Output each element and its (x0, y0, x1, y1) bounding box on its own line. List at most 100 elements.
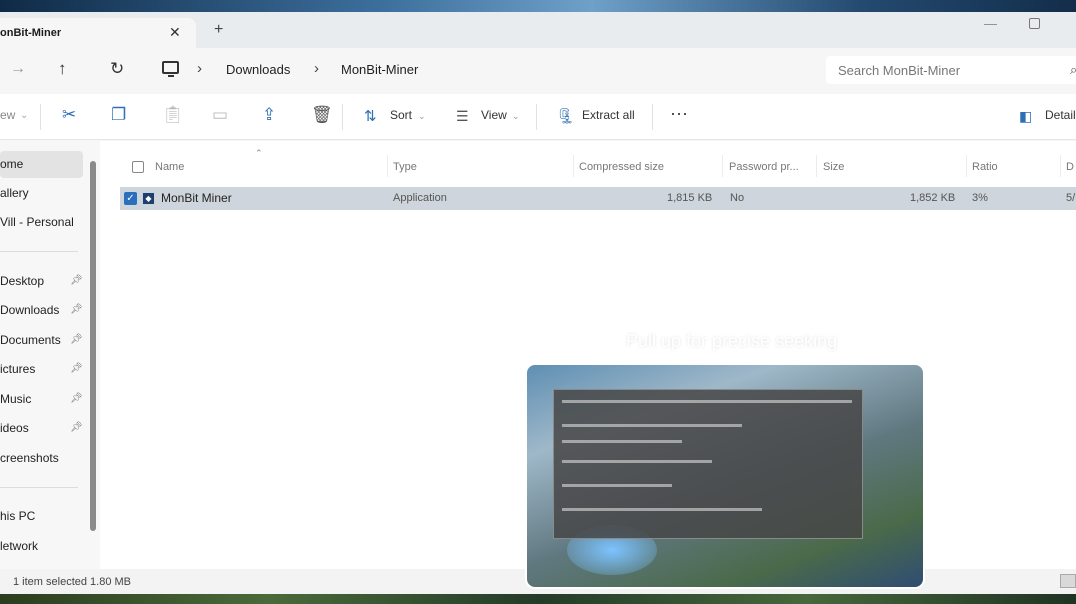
thumbnail-line (562, 400, 852, 403)
application-icon: ◆ (142, 192, 155, 205)
more-options-icon[interactable]: ··· (670, 103, 688, 124)
thumbnail-line (562, 460, 712, 463)
column-divider[interactable] (722, 155, 723, 177)
toolbar-divider (652, 104, 653, 130)
file-name[interactable]: MonBit Miner (161, 191, 232, 205)
maximize-icon[interactable] (1029, 18, 1040, 29)
desktop-wallpaper-bottom (0, 594, 1076, 604)
nav-scrollbar[interactable] (90, 161, 96, 531)
column-header-ratio[interactable]: Ratio (972, 161, 998, 173)
command-bar: ew ⌄ ✂ ❐ 📋︎ ▭ ⇪ 🗑︎ ⇅ Sort ⌄ ☰ View ⌄ 🗜︎ … (0, 94, 1076, 140)
nav-item-downloads[interactable]: Downloads (0, 303, 59, 317)
new-tab-icon[interactable]: + (214, 21, 223, 39)
nav-item-home[interactable]: ome (0, 151, 83, 178)
pin-icon[interactable]: 📌︎ (70, 304, 83, 315)
column-divider[interactable] (966, 155, 967, 177)
search-placeholder: Search MonBit-Miner (838, 63, 961, 78)
nav-divider (0, 251, 78, 252)
column-header-date[interactable]: D (1066, 161, 1074, 173)
seek-preview-thumbnail[interactable] (525, 363, 925, 589)
nav-item-this-pc[interactable]: his PC (0, 509, 35, 523)
thumbnail-line (562, 508, 762, 511)
details-button[interactable]: Detail (1045, 108, 1076, 122)
breadcrumb-chevron-icon[interactable]: › (314, 60, 319, 77)
nav-item-documents[interactable]: Documents (0, 333, 61, 347)
nav-item-onedrive-personal[interactable]: Vill - Personal (0, 215, 74, 229)
pin-icon[interactable]: 📌︎ (70, 334, 83, 345)
sort-indicator-icon: ⌃ (255, 148, 263, 158)
nav-item-pictures[interactable]: ictures (0, 362, 35, 376)
column-header-name[interactable]: Name (155, 161, 184, 173)
pin-icon[interactable]: 📌︎ (70, 275, 83, 286)
pin-icon[interactable]: 📌︎ (70, 422, 83, 433)
pin-icon[interactable]: 📌︎ (70, 393, 83, 404)
sort-icon[interactable]: ⇅ (364, 107, 377, 125)
toolbar-divider (342, 104, 343, 130)
chevron-down-icon[interactable]: ⌄ (20, 110, 28, 121)
column-header-password-protected[interactable]: Password pr... (729, 161, 799, 173)
delete-icon[interactable]: 🗑︎ (311, 105, 333, 125)
column-divider[interactable] (573, 155, 574, 177)
file-password-protected: No (730, 192, 745, 204)
nav-item-screenshots[interactable]: creenshots (0, 451, 59, 465)
column-header-type[interactable]: Type (393, 161, 417, 173)
extract-all-button[interactable]: Extract all (582, 108, 635, 122)
nav-item-gallery[interactable]: allery (0, 186, 29, 200)
tab-monbit-miner[interactable]: onBit-Miner ✕ (0, 18, 196, 48)
this-pc-icon[interactable] (162, 61, 179, 77)
new-button[interactable]: ew (0, 108, 15, 122)
file-type: Application (393, 192, 447, 204)
navigation-pane: ome allery Vill - Personal Desktop 📌︎ Do… (0, 141, 100, 569)
details-pane-icon[interactable]: ◧ (1019, 108, 1032, 125)
thumbnail-dialog-preview (553, 389, 863, 539)
breadcrumb-chevron-icon[interactable]: › (197, 60, 202, 77)
rename-icon[interactable]: ▭ (212, 105, 228, 125)
up-arrow-icon[interactable]: ↑ (58, 59, 67, 79)
file-size: 1,852 KB (910, 192, 956, 204)
view-button[interactable]: View (481, 108, 507, 122)
refresh-icon[interactable]: ↻ (110, 59, 124, 79)
column-divider[interactable] (387, 155, 388, 177)
search-icon[interactable]: ⌕ (1070, 62, 1076, 78)
column-divider[interactable] (1060, 155, 1061, 177)
thumbnail-line (562, 424, 742, 427)
tab-bar: onBit-Miner ✕ + — (0, 12, 1076, 48)
forward-arrow-icon[interactable]: → (10, 60, 26, 78)
table-row[interactable]: ✓ ◆ MonBit Miner Application 1,815 KB No… (120, 187, 1076, 210)
file-date: 5/ (1066, 192, 1076, 204)
address-row: → ↑ ↻ › Downloads › MonBit-Miner Search … (0, 48, 1076, 94)
nav-item-music[interactable]: Music (0, 392, 31, 406)
chevron-down-icon[interactable]: ⌄ (512, 111, 520, 122)
column-header-compressed-size[interactable]: Compressed size (579, 161, 664, 173)
copy-icon[interactable]: ❐ (111, 105, 126, 125)
nav-divider (0, 487, 78, 488)
close-tab-icon[interactable]: ✕ (169, 24, 181, 41)
pin-icon[interactable]: 📌︎ (70, 363, 83, 374)
breadcrumb-monbit-miner[interactable]: MonBit-Miner (341, 62, 418, 77)
nav-item-network[interactable]: letwork (0, 539, 38, 553)
details-view-icon[interactable] (1060, 574, 1076, 588)
toolbar-divider (536, 104, 537, 130)
paste-icon[interactable]: 📋︎ (162, 105, 184, 125)
column-divider[interactable] (816, 155, 817, 177)
thumbnail-line (562, 440, 682, 443)
minimize-icon[interactable]: — (984, 16, 997, 31)
file-compressed-size: 1,815 KB (667, 192, 713, 204)
search-input[interactable]: Search MonBit-Miner ⌕ (826, 56, 1076, 84)
column-header-size[interactable]: Size (823, 161, 844, 173)
view-icon[interactable]: ☰ (456, 108, 469, 125)
select-all-checkbox[interactable] (132, 161, 144, 173)
row-checkbox[interactable]: ✓ (124, 192, 137, 205)
share-icon[interactable]: ⇪ (262, 105, 276, 125)
status-selection-text: 1 item selected 1.80 MB (13, 576, 132, 588)
toolbar-divider (40, 104, 41, 130)
nav-item-desktop[interactable]: Desktop (0, 274, 44, 288)
extract-icon[interactable]: 🗜︎ (556, 107, 575, 125)
nav-item-videos[interactable]: ideos (0, 421, 29, 435)
cut-icon[interactable]: ✂ (62, 105, 76, 125)
file-ratio: 3% (972, 192, 988, 204)
chevron-down-icon[interactable]: ⌄ (418, 111, 426, 122)
breadcrumb-downloads[interactable]: Downloads (226, 62, 290, 77)
sort-button[interactable]: Sort (390, 108, 412, 122)
tab-title: onBit-Miner (0, 27, 62, 39)
